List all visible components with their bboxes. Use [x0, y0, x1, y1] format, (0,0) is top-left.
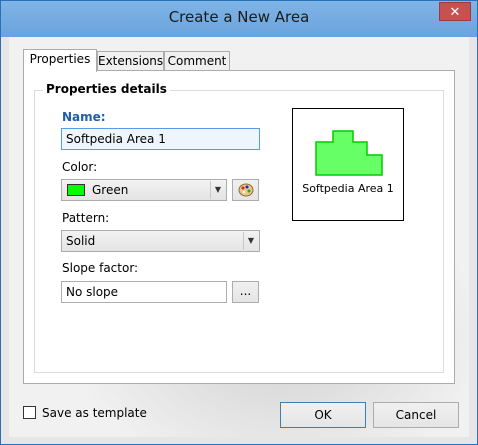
close-icon: ✕ — [449, 5, 461, 20]
color-swatch — [67, 184, 85, 196]
preview-label: Softpedia Area 1 — [302, 182, 394, 195]
dialog-client: Properties Extensions Comment Properties… — [9, 37, 469, 437]
tab-extensions[interactable]: Extensions — [97, 51, 164, 71]
color-label: Color: — [62, 160, 98, 174]
color-value: Green — [92, 183, 129, 197]
name-label: Name: — [62, 110, 106, 124]
name-input[interactable]: Softpedia Area 1 — [61, 128, 260, 150]
properties-details-group: Properties details Name: Softpedia Area … — [34, 82, 444, 373]
tab-comment[interactable]: Comment — [164, 51, 230, 71]
area-preview: Softpedia Area 1 — [292, 108, 404, 221]
watermark: SOFTPEDIA — [264, 287, 422, 312]
tab-label: Extensions — [98, 54, 164, 68]
pattern-value: Solid — [66, 234, 96, 248]
title-bar[interactable]: Create a New Area ✕ — [1, 1, 477, 34]
ok-button[interactable]: OK — [280, 402, 366, 428]
slope-browse-button[interactable]: ... — [232, 281, 259, 303]
properties-panel: Properties details Name: Softpedia Area … — [23, 70, 455, 384]
window-title: Create a New Area — [168, 8, 310, 26]
close-button[interactable]: ✕ — [439, 2, 471, 21]
dialog-window: Create a New Area ✕ Properties Extension… — [0, 0, 478, 445]
save-template-checkbox[interactable] — [23, 406, 36, 419]
slope-factor-input[interactable]: No slope — [61, 281, 227, 303]
chevron-down-icon[interactable]: ▼ — [243, 232, 258, 250]
chevron-down-icon[interactable]: ▼ — [210, 181, 225, 199]
tab-label: Properties — [29, 52, 91, 66]
cancel-button[interactable]: Cancel — [373, 402, 459, 428]
palette-icon — [238, 183, 253, 197]
slope-factor-label: Slope factor: — [62, 261, 139, 275]
color-picker-button[interactable] — [232, 179, 259, 201]
pattern-label: Pattern: — [62, 211, 110, 225]
color-select[interactable]: Green ▼ — [61, 179, 227, 201]
area-shape-icon — [315, 130, 383, 176]
group-title: Properties details — [43, 82, 170, 96]
tab-properties[interactable]: Properties — [23, 49, 97, 72]
tab-label: Comment — [167, 54, 227, 68]
save-template-label[interactable]: Save as template — [42, 406, 147, 420]
pattern-select[interactable]: Solid ▼ — [61, 230, 260, 252]
